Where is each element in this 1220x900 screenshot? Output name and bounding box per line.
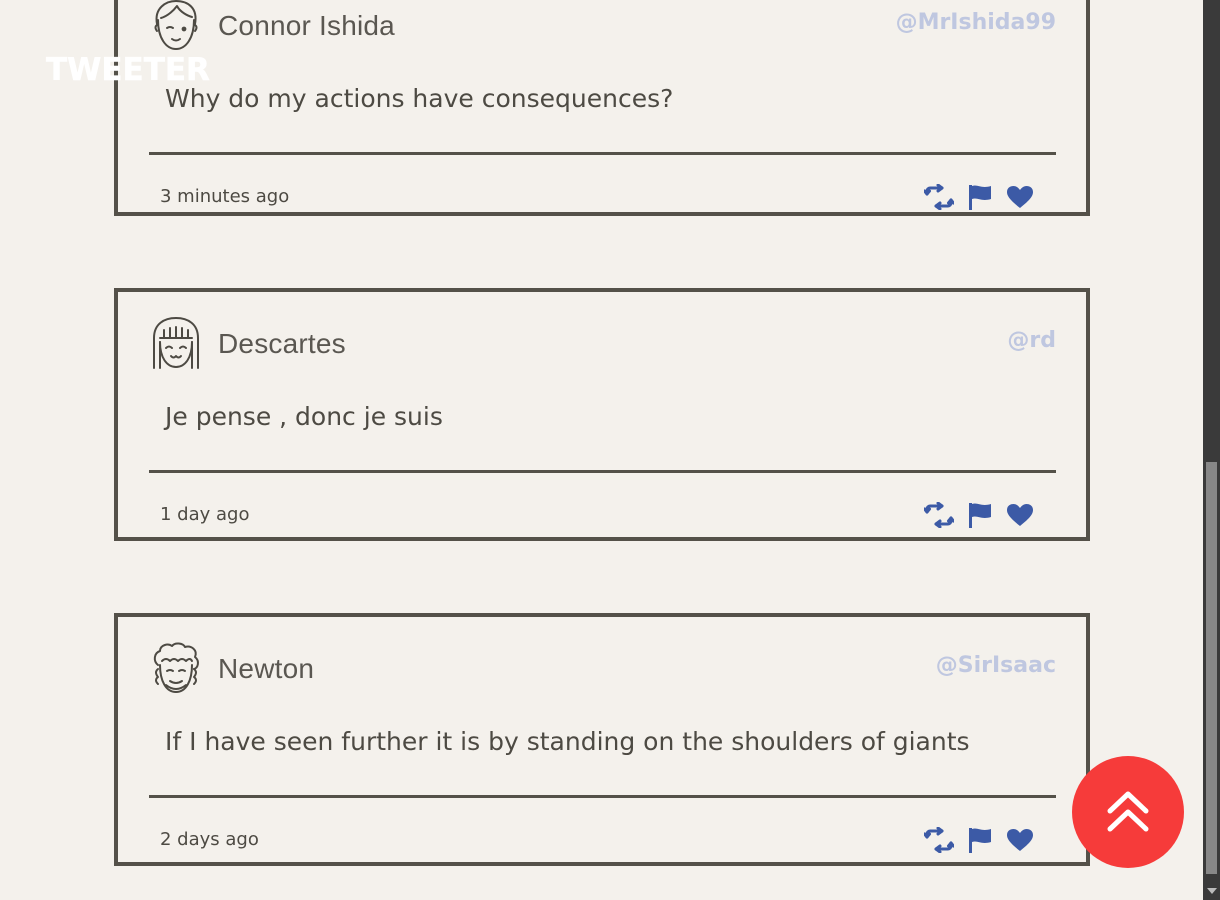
heart-icon[interactable]	[1006, 185, 1034, 209]
tweet-divider	[149, 470, 1056, 473]
tweet-content: Je pense , donc je suis	[165, 402, 443, 431]
tweet-actions	[924, 182, 1034, 212]
tweet-timestamp: 3 minutes ago	[160, 186, 290, 207]
retweet-icon[interactable]	[924, 502, 954, 528]
heart-icon[interactable]	[1006, 828, 1034, 852]
tweet-author-name[interactable]: Descartes	[218, 328, 346, 360]
heart-icon[interactable]	[1006, 503, 1034, 527]
scroll-down-arrow-icon[interactable]	[1207, 888, 1217, 894]
flag-icon[interactable]	[968, 827, 992, 853]
page: TWEETER Connor Ishida @MrIshida99 Why do…	[0, 0, 1220, 900]
brand-logo[interactable]: TWEETER	[46, 54, 210, 86]
tweet-timestamp: 2 days ago	[160, 829, 259, 850]
tweet-timestamp: 1 day ago	[160, 504, 250, 525]
tweet-content: Why do my actions have consequences?	[165, 84, 674, 113]
tweet-header: Newton @SirIsaac	[150, 641, 1056, 701]
scroll-to-top-button[interactable]	[1072, 756, 1184, 868]
curly-hair-avatar-icon	[150, 641, 202, 695]
tweet-header: Descartes @rd	[150, 316, 1056, 376]
girl-avatar-icon	[150, 316, 202, 370]
tweet-card: Descartes @rd Je pense , donc je suis 1 …	[114, 288, 1090, 541]
tweet-divider	[149, 152, 1056, 155]
tweet-author-handle[interactable]: @MrIshida99	[896, 10, 1056, 35]
tweet-card: Newton @SirIsaac If I have seen further …	[114, 613, 1090, 866]
boy-avatar-icon	[150, 0, 202, 52]
scrollbar-thumb[interactable]	[1206, 462, 1217, 874]
tweet-card: Connor Ishida @MrIshida99 Why do my acti…	[114, 0, 1090, 216]
tweet-divider	[149, 795, 1056, 798]
tweet-header: Connor Ishida @MrIshida99	[150, 0, 1056, 58]
tweet-author-handle[interactable]: @rd	[1007, 328, 1056, 353]
flag-icon[interactable]	[968, 184, 992, 210]
flag-icon[interactable]	[968, 502, 992, 528]
tweet-content: If I have seen further it is by standing…	[165, 727, 970, 756]
tweet-author-handle[interactable]: @SirIsaac	[936, 653, 1056, 678]
tweet-actions	[924, 500, 1034, 530]
tweet-actions	[924, 825, 1034, 855]
double-chevron-up-icon	[1105, 789, 1151, 835]
retweet-icon[interactable]	[924, 184, 954, 210]
page-scrollbar[interactable]	[1203, 0, 1220, 900]
retweet-icon[interactable]	[924, 827, 954, 853]
tweet-author-name[interactable]: Connor Ishida	[218, 10, 395, 42]
tweet-author-name[interactable]: Newton	[218, 653, 314, 685]
